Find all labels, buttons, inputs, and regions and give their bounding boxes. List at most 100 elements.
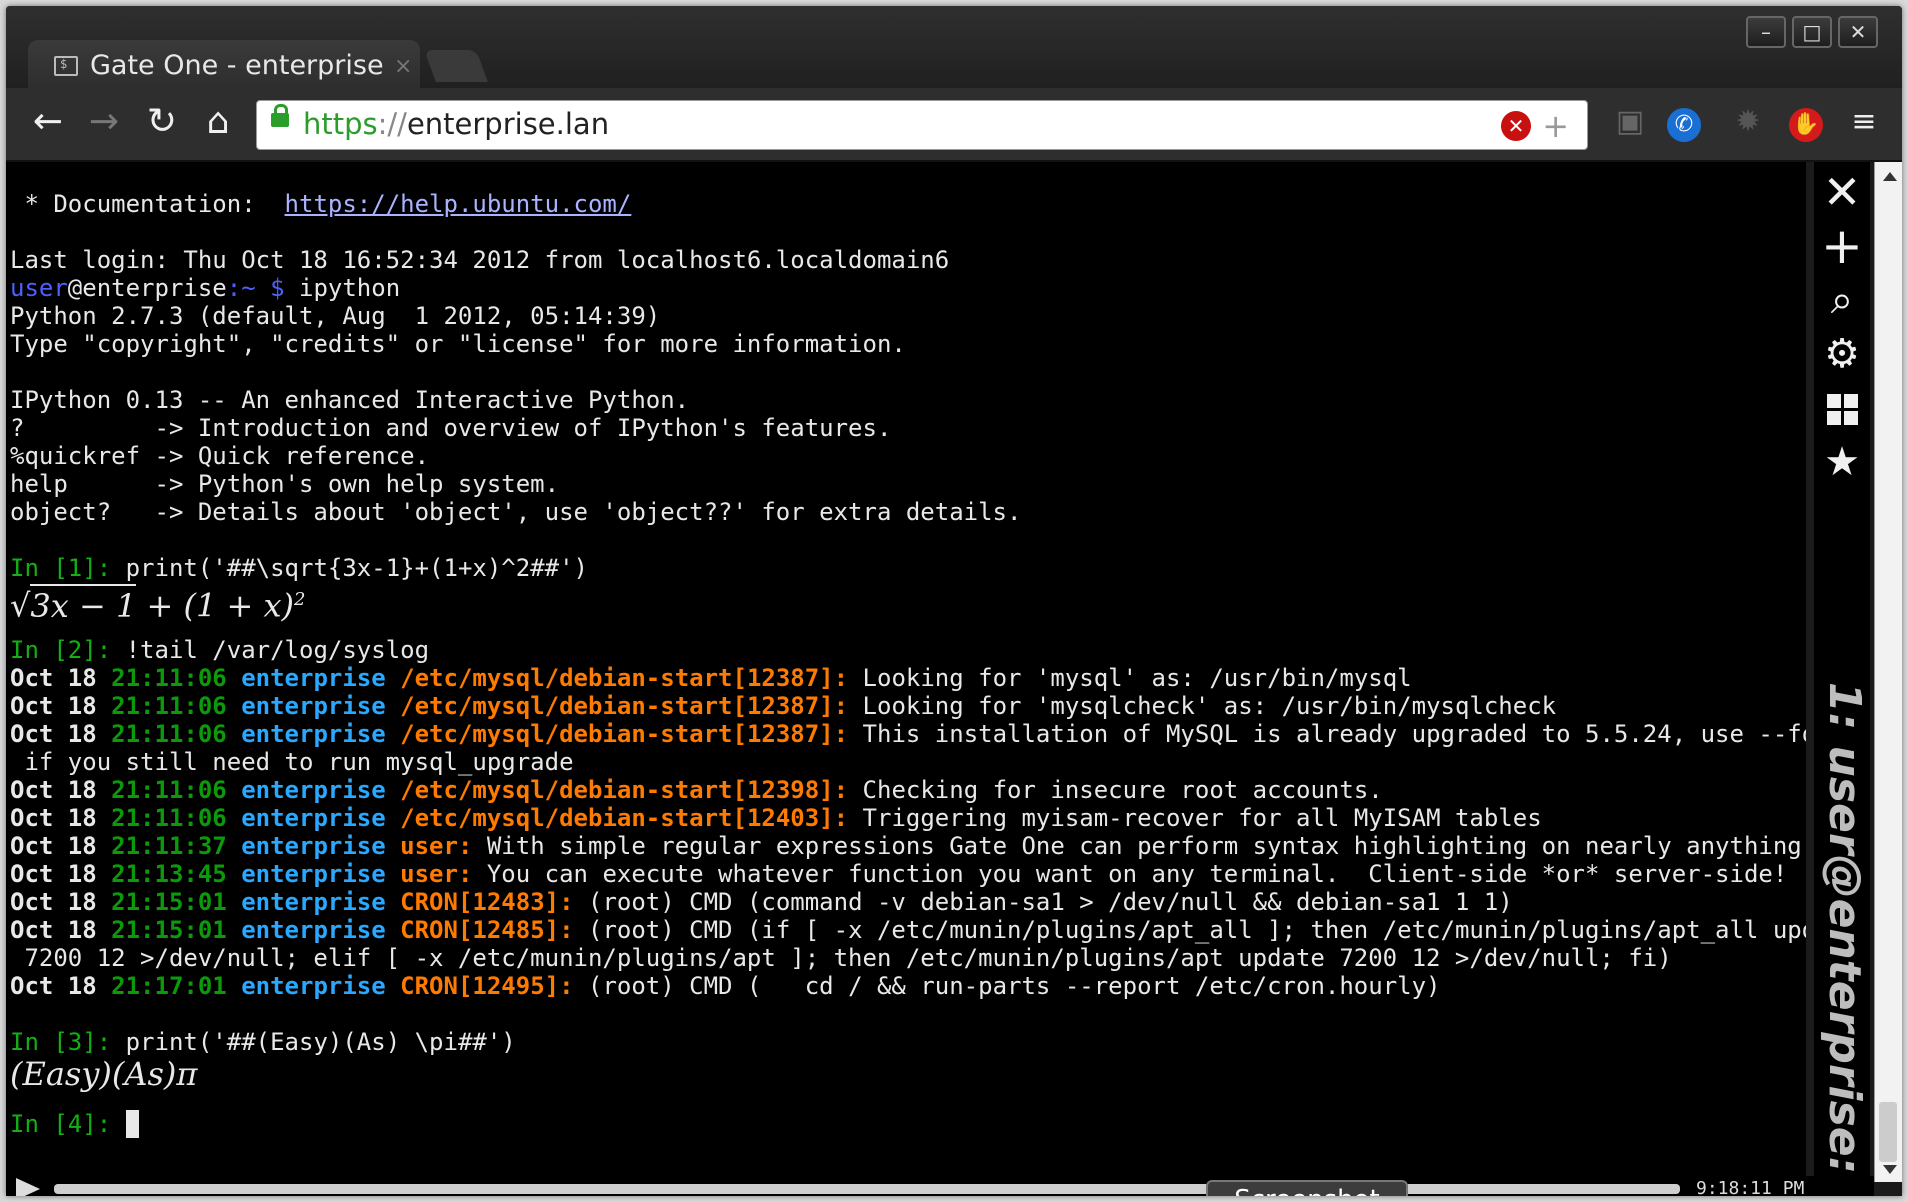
syslog-time: 21:15:01: [111, 888, 227, 916]
browser-window: Gate One - enterprise × – □ ✕ ← → ↻ ⌂ ht…: [6, 6, 1902, 1196]
close-terminal-icon[interactable]: ✕: [1814, 168, 1870, 216]
syslog-time: 21:11:06: [111, 776, 227, 804]
input-1-command: print('##\sqrt{3x-1}+(1+x)^2##'): [111, 554, 588, 582]
maximize-button[interactable]: □: [1792, 16, 1832, 48]
in-prompt: In [4]:: [10, 1110, 112, 1138]
syslog-time: 21:15:01: [111, 916, 227, 944]
extension-phone-icon[interactable]: ✆: [1662, 100, 1706, 144]
tab-gate-one[interactable]: Gate One - enterprise ×: [28, 40, 420, 88]
syslog-message: (root) CMD ( cd / && run-parts --report …: [573, 972, 1441, 1000]
syslog-line: Oct 18 21:11:06 enterprise /etc/mysql/de…: [10, 804, 1806, 832]
last-login-line: Last login: Thu Oct 18 16:52:34 2012 fro…: [10, 246, 950, 274]
reload-button[interactable]: ↻: [140, 100, 184, 144]
search-icon[interactable]: ⌕: [1814, 276, 1870, 324]
grid-view-icon[interactable]: [1814, 384, 1870, 432]
syslog-time: 21:11:06: [111, 720, 227, 748]
syslog-date: Oct 18: [10, 860, 97, 888]
new-tab-button[interactable]: [424, 50, 488, 82]
output-1-math: √3x − 1 + (1 + x)2: [10, 582, 1806, 625]
new-terminal-icon[interactable]: +: [1814, 221, 1870, 271]
extension-adblock-icon[interactable]: ✋: [1784, 100, 1828, 144]
tab-strip: Gate One - enterprise × – □ ✕: [6, 6, 1902, 88]
url-text: https://enterprise.lan: [303, 107, 609, 141]
syslog-process: /etc/mysql/debian-start[12398]:: [400, 776, 849, 804]
syslog-host: enterprise: [241, 832, 386, 860]
syslog-date: Oct 18: [10, 916, 97, 944]
syslog-date: Oct 18: [10, 776, 97, 804]
syslog-host: enterprise: [241, 692, 386, 720]
syslog-process: CRON[12495]:: [400, 972, 574, 1000]
input-4-line[interactable]: In [4]:: [10, 1110, 1806, 1138]
syslog-time: 21:13:45: [111, 860, 227, 888]
ipython-banner: IPython 0.13 -- An enhanced Interactive …: [10, 386, 690, 414]
tab-title: Gate One - enterprise: [90, 50, 384, 81]
add-bookmark-icon[interactable]: +: [1542, 107, 1569, 145]
syslog-message: With simple regular expressions Gate One…: [472, 832, 1802, 860]
syslog-host: enterprise: [241, 888, 386, 916]
syslog-host: enterprise: [241, 720, 386, 748]
terminal-screen[interactable]: * Documentation: https://help.ubuntu.com…: [6, 162, 1806, 1182]
syslog-time: 21:11:06: [111, 804, 227, 832]
blocked-icon[interactable]: ✕: [1501, 111, 1531, 141]
syslog-message: (root) CMD (command -v debian-sa1 > /dev…: [573, 888, 1513, 916]
syslog-message: Triggering myisam-recover for all MyISAM…: [848, 804, 1542, 832]
syslog-time: 21:11:37: [111, 832, 227, 860]
playback-clock: 9:18:11 PM: [1696, 1178, 1805, 1196]
vertical-scrollbar[interactable]: [1874, 162, 1902, 1182]
syslog-process: user:: [400, 860, 473, 888]
extension-puzzle-icon[interactable]: ▣: [1608, 100, 1652, 144]
syslog-message: This installation of MySQL is already up…: [848, 720, 1806, 748]
syslog-host: enterprise: [241, 664, 386, 692]
syslog-host: enterprise: [241, 916, 386, 944]
syslog-date: Oct 18: [10, 972, 97, 1000]
doc-link[interactable]: https://help.ubuntu.com/: [285, 190, 632, 218]
syslog-line: 7200 12 >/dev/null; elif [ -x /etc/munin…: [10, 944, 1806, 972]
input-3-command: print('##(Easy)(As) \pi##'): [111, 1028, 516, 1056]
syslog-message: Checking for insecure root accounts.: [848, 776, 1383, 804]
syslog-line: Oct 18 21:15:01 enterprise CRON[12483]: …: [10, 888, 1806, 916]
gear-icon[interactable]: ⚙: [1814, 330, 1870, 378]
doc-label: * Documentation:: [10, 190, 285, 218]
scroll-up-arrow-icon[interactable]: [1883, 172, 1897, 181]
browser-toolbar: ← → ↻ ⌂ https://enterprise.lan ✕ + ▣ ✆ ✹…: [6, 88, 1902, 162]
playback-slider[interactable]: [54, 1184, 1680, 1194]
prompt-host: @enterprise: [67, 274, 227, 302]
syslog-line: Oct 18 21:13:45 enterprise user: You can…: [10, 860, 1806, 888]
syslog-date: Oct 18: [10, 720, 97, 748]
syslog-time: 21:11:06: [111, 664, 227, 692]
scroll-down-arrow-icon[interactable]: [1883, 1165, 1897, 1174]
ipython-help-line: %quickref -> Quick reference.: [10, 442, 430, 470]
terminal-title: 1: user@enterprise: ~: [1819, 682, 1870, 1196]
lock-icon: [271, 104, 289, 127]
syslog-process: user:: [400, 832, 473, 860]
back-button[interactable]: ←: [26, 100, 70, 144]
playback-bar: 9:18:11 PM: [6, 1176, 1874, 1196]
syslog-output: Oct 18 21:11:06 enterprise /etc/mysql/de…: [10, 664, 1806, 1000]
syslog-message: (root) CMD (if [ -x /etc/munin/plugins/a…: [573, 916, 1806, 944]
home-button[interactable]: ⌂: [196, 100, 240, 144]
extension-gear-icon[interactable]: ✹: [1726, 100, 1770, 144]
prompt-user: user: [10, 274, 68, 302]
input-3-line: In [3]: print('##(Easy)(As) \pi##'): [10, 1028, 1806, 1056]
window-close-button[interactable]: ✕: [1838, 16, 1878, 48]
ipython-help-line: object? -> Details about 'object', use '…: [10, 498, 1022, 526]
forward-button[interactable]: →: [82, 100, 126, 144]
address-bar[interactable]: https://enterprise.lan ✕ +: [256, 100, 1588, 150]
minimize-button[interactable]: –: [1746, 16, 1786, 48]
syslog-process: CRON[12483]:: [400, 888, 574, 916]
syslog-date: Oct 18: [10, 804, 97, 832]
syslog-date: Oct 18: [10, 664, 97, 692]
input-1-line: In [1]: print('##\sqrt{3x-1}+(1+x)^2##'): [10, 554, 1806, 582]
syslog-date: Oct 18: [10, 692, 97, 720]
url-host: enterprise.lan: [406, 107, 610, 141]
scroll-thumb[interactable]: [1879, 1102, 1897, 1162]
bookmark-star-icon[interactable]: ★: [1814, 438, 1870, 486]
tab-close-icon[interactable]: ×: [394, 54, 412, 79]
python-type-line: Type "copyright", "credits" or "license"…: [10, 330, 906, 358]
in-prompt: In [2]:: [10, 636, 112, 664]
menu-icon[interactable]: ≡: [1842, 100, 1886, 144]
syslog-date: Oct 18: [10, 832, 97, 860]
play-icon[interactable]: [16, 1178, 40, 1196]
syslog-line: Oct 18 21:11:06 enterprise /etc/mysql/de…: [10, 692, 1806, 720]
prompt-command: ipython: [284, 274, 401, 302]
